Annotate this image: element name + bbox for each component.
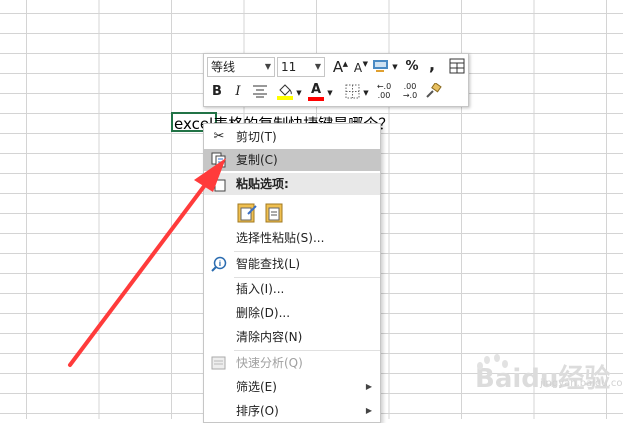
watermark-logo: Baidu经验 [475, 354, 610, 395]
watermark-url: jingyan.baidu.com [540, 378, 623, 389]
